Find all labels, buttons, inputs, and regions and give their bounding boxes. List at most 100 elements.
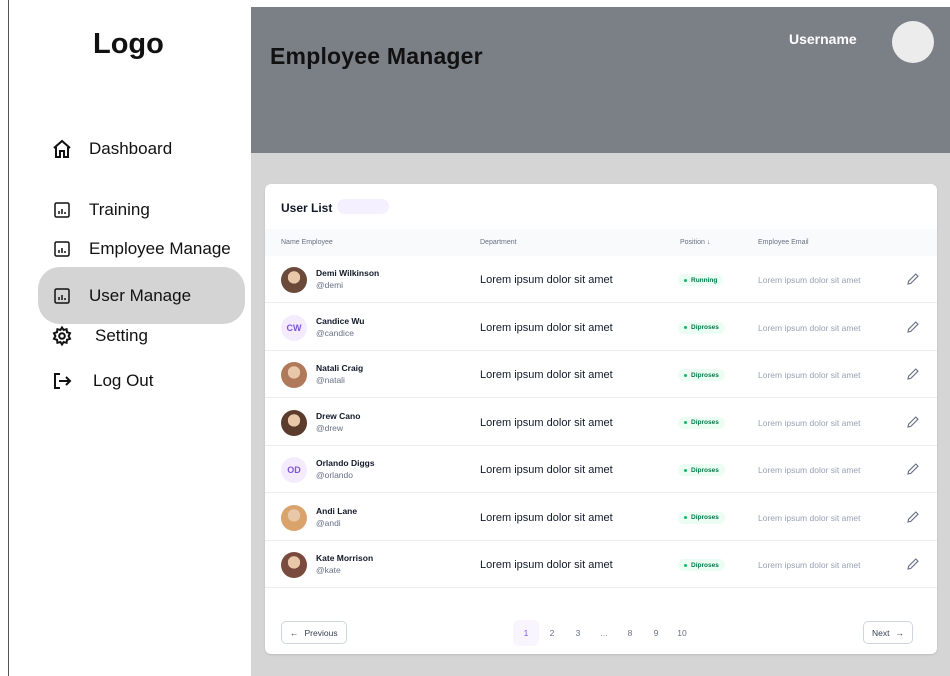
page-number[interactable]: 1 — [513, 620, 539, 646]
edit-pencil-icon[interactable] — [906, 367, 920, 381]
column-header-position[interactable]: Position ↓ — [680, 239, 710, 246]
table-row[interactable]: Andi Lane @andi Lorem ipsum dolor sit amet… — [265, 494, 937, 541]
page-title: Employee Manager — [270, 43, 483, 69]
logo: Logo — [93, 28, 164, 60]
edit-pencil-icon[interactable] — [906, 320, 920, 334]
user-avatar[interactable] — [892, 21, 934, 63]
pagination: 1 2 3... 8 9 10 — [513, 620, 695, 646]
arrow-right-icon: → — [895, 627, 904, 638]
home-icon — [51, 138, 73, 160]
table-row[interactable]: Demi Wilkinson @demi Lorem ipsum dolor sit… — [265, 256, 937, 303]
page-number[interactable]: 2 — [539, 620, 565, 646]
status-label: Diproses — [691, 324, 719, 331]
status-badge: Diproses — [678, 511, 725, 524]
sidebar-item-user-manage[interactable]: User Manage — [38, 267, 245, 324]
username[interactable]: Username — [789, 31, 857, 47]
employee-email: Lorem ipsum dolor sit amet — [758, 512, 861, 523]
table-row[interactable]: CW Candice Wu @candice Lorem ipsum dolor si… — [265, 304, 937, 351]
column-header-label: Position — [680, 239, 705, 246]
status-badge: Diproses — [678, 321, 725, 334]
page-number[interactable]: 10 — [669, 620, 695, 646]
employee-name: Natali Craig — [316, 363, 364, 373]
status-label: Diproses — [691, 419, 719, 426]
column-header-department[interactable]: Department — [480, 239, 517, 246]
chart-doc-icon — [51, 285, 73, 307]
previous-label: Previous — [304, 627, 338, 638]
edit-pencil-icon[interactable] — [906, 462, 920, 476]
edit-pencil-icon[interactable] — [906, 415, 920, 429]
card-title: User List — [281, 201, 333, 215]
page-number[interactable]: 9 — [643, 620, 669, 646]
status-badge: Diproses — [678, 559, 725, 571]
status-label: Running — [691, 276, 718, 284]
sidebar-item-label: Training — [89, 200, 150, 219]
employee-handle: @demi — [316, 280, 344, 290]
gear-icon — [51, 325, 73, 347]
employee-email: Lorem ipsum dolor sit amet — [758, 417, 861, 428]
employee-handle: @natali — [316, 375, 345, 385]
chart-doc-icon — [51, 238, 73, 260]
status-label: Diproses — [691, 561, 719, 569]
employee-email: Lorem ipsum dolor sit amet — [758, 465, 861, 475]
top-header: Employee Manager Username — [251, 7, 950, 153]
employee-handle: @candice — [316, 327, 354, 338]
sidebar-item-dashboard[interactable]: Dashboard — [51, 138, 172, 160]
avatar: OD — [281, 457, 307, 483]
department: Lorem ipsum dolor sit amet — [480, 274, 613, 286]
avatar — [281, 267, 307, 293]
next-label: Next — [872, 627, 890, 638]
status-label: Diproses — [691, 466, 719, 474]
sidebar-item-setting[interactable]: Setting — [51, 325, 148, 347]
department: Lorem ipsum dolor sit amet — [480, 416, 613, 429]
sidebar-item-training[interactable]: Training — [51, 199, 150, 221]
employee-name: Orlando Diggs — [316, 458, 375, 468]
column-header-email[interactable]: Employee Email — [758, 239, 809, 246]
avatar: CW — [281, 314, 307, 341]
sidebar-item-log-out[interactable]: Log Out — [51, 370, 154, 392]
table-row[interactable]: Natali Craig @natali Lorem ipsum dolor sit… — [265, 351, 937, 398]
department: Lorem ipsum dolor sit amet — [480, 321, 613, 334]
employee-name: Candice Wu — [316, 315, 365, 326]
employee-handle: @kate — [316, 565, 341, 575]
status-dot-icon — [684, 278, 687, 282]
avatar — [281, 552, 307, 578]
employee-handle: @orlando — [316, 470, 353, 480]
status-dot-icon — [684, 326, 687, 329]
previous-button[interactable]: ← Previous — [281, 621, 347, 644]
status-dot-icon — [684, 468, 687, 472]
next-button[interactable]: Next → — [863, 621, 913, 644]
arrow-left-icon: ← — [290, 627, 299, 638]
employee-handle: @andi — [316, 517, 341, 528]
table-row[interactable]: Kate Morrison @kate Lorem ipsum dolor sit … — [265, 541, 937, 588]
employee-email: Lorem ipsum dolor sit amet — [758, 275, 861, 285]
sidebar-item-employee-manage[interactable]: Employee Manage — [51, 238, 231, 260]
status-dot-icon — [684, 563, 687, 567]
sort-arrow-down-icon: ↓ — [706, 239, 711, 246]
edit-pencil-icon[interactable] — [906, 272, 920, 286]
page-number[interactable]: 8 — [617, 620, 643, 646]
status-dot-icon — [684, 421, 687, 424]
department: Lorem ipsum dolor sit amet — [480, 369, 613, 381]
status-badge: Running — [678, 274, 724, 286]
status-dot-icon — [684, 373, 687, 377]
employee-email: Lorem ipsum dolor sit amet — [758, 322, 861, 333]
department: Lorem ipsum dolor sit amet — [480, 559, 613, 571]
column-header-name[interactable]: Name Employee — [281, 239, 333, 246]
user-list-card: User List Name Employee Department Posit… — [265, 184, 937, 654]
status-badge: Diproses — [678, 369, 725, 381]
department: Lorem ipsum dolor sit amet — [480, 464, 613, 476]
page-number[interactable]: 3 — [565, 620, 591, 646]
sidebar-item-label: Log Out — [93, 371, 154, 390]
avatar — [281, 409, 307, 436]
employee-email: Lorem ipsum dolor sit amet — [758, 560, 861, 570]
edit-pencil-icon[interactable] — [906, 557, 920, 571]
table-row[interactable]: Drew Cano @drew Lorem ipsum dolor sit amet… — [265, 399, 937, 446]
employee-email: Lorem ipsum dolor sit amet — [758, 370, 861, 380]
table-row[interactable]: OD Orlando Diggs @orlando Lorem ipsum dolor… — [265, 446, 937, 493]
logout-icon — [51, 370, 73, 392]
status-badge: Diproses — [678, 416, 725, 429]
employee-name: Kate Morrison — [316, 553, 374, 563]
sidebar: Logo Dashboard Training Employee Manage … — [9, 0, 251, 676]
avatar — [281, 362, 307, 388]
edit-pencil-icon[interactable] — [906, 510, 920, 524]
